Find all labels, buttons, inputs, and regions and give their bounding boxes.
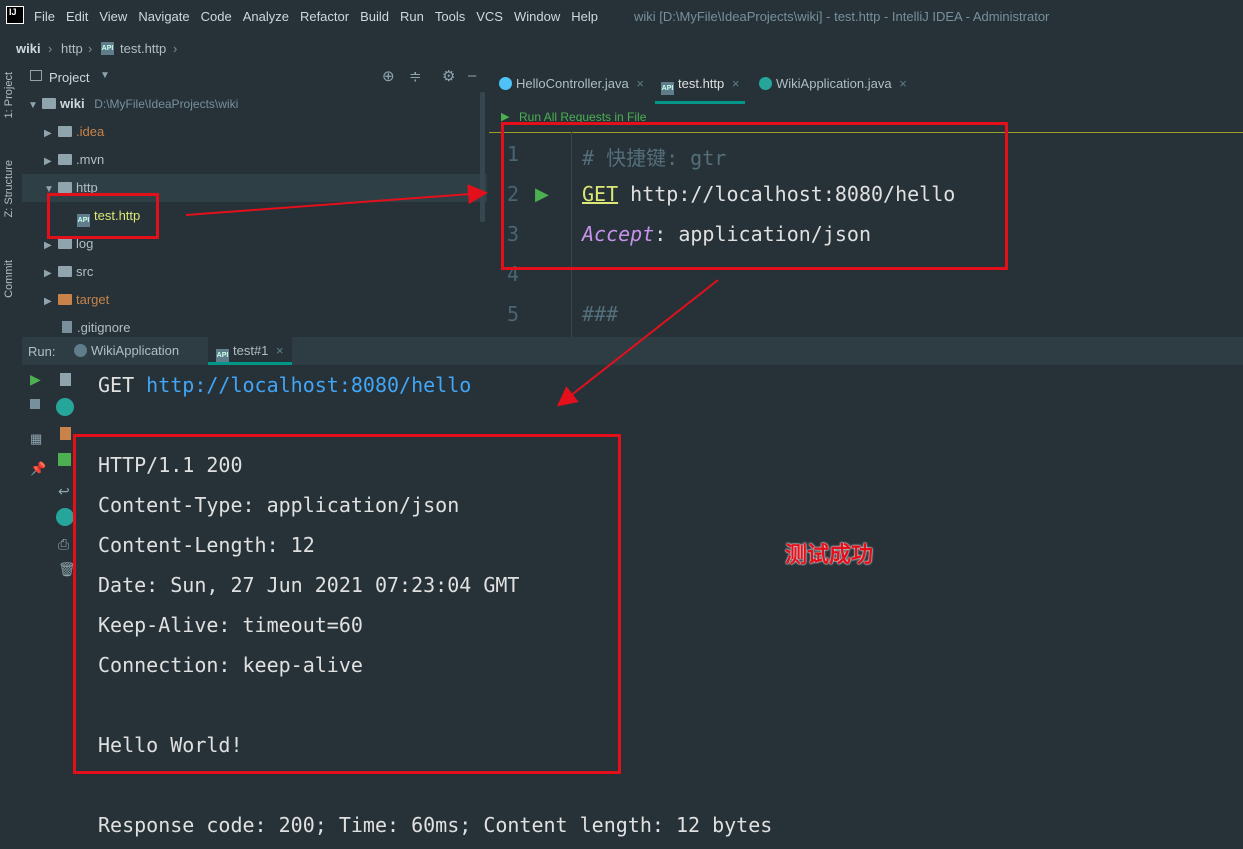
- arrow-request-to-response: [556, 279, 719, 407]
- arrow-file-to-request: [185, 184, 488, 216]
- success-annotation: 测试成功: [785, 543, 874, 568]
- annotation-arrows: [185, 184, 719, 407]
